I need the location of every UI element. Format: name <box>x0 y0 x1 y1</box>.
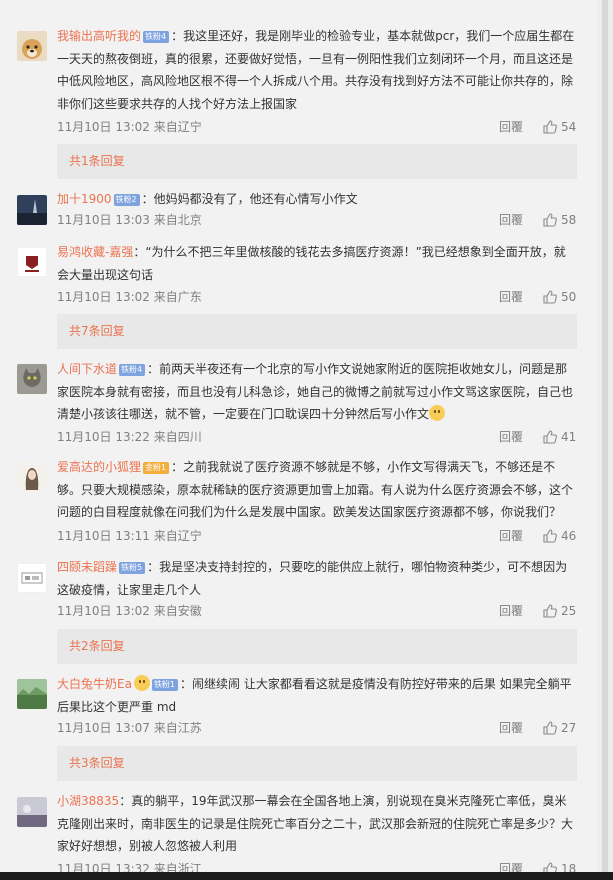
like-count: 58 <box>561 213 577 227</box>
sly-face-emoji-icon <box>429 405 446 421</box>
comment-text: ：他妈妈都没有了，他还有心情写小作文 <box>141 192 358 206</box>
comment-username[interactable]: 人间下水道 <box>57 362 117 376</box>
comment-time: 11月10日 13:02 来自辽宁 <box>57 120 202 134</box>
like-button[interactable]: 58 <box>543 212 601 228</box>
comment-time: 11月10日 13:03 来自北京 <box>57 213 202 227</box>
like-count: 25 <box>561 604 577 618</box>
more-replies-link[interactable]: 共3条回复 <box>57 746 577 781</box>
avatar[interactable] <box>17 462 47 492</box>
like-button[interactable]: 41 <box>543 429 601 445</box>
reply-button[interactable]: 回覆 <box>499 289 523 305</box>
thumbs-up-icon <box>543 290 557 304</box>
fan-badge[interactable]: 铁粉2 <box>113 194 140 206</box>
avatar[interactable] <box>17 31 47 61</box>
like-button[interactable]: 25 <box>543 603 601 619</box>
scrollbar[interactable] <box>597 0 613 880</box>
like-count: 46 <box>561 529 577 543</box>
reply-button[interactable]: 回覆 <box>499 429 523 445</box>
scrollbar-thumb[interactable] <box>602 0 608 880</box>
comment-username[interactable]: 我输出高听我的 <box>57 29 141 43</box>
reply-button[interactable]: 回覆 <box>499 119 523 135</box>
comment-username[interactable]: 小湖38835 <box>57 794 119 808</box>
like-button[interactable]: 46 <box>543 528 601 544</box>
thumbs-up-icon <box>543 604 557 618</box>
avatar[interactable] <box>17 247 47 277</box>
thumbs-up-icon <box>543 213 557 227</box>
reply-button[interactable]: 回覆 <box>499 603 523 619</box>
avatar[interactable] <box>17 679 47 709</box>
comment-username[interactable]: 大白兔牛奶Ea <box>57 677 132 691</box>
comment-time: 11月10日 13:07 来自江苏 <box>57 721 202 735</box>
face-emoji-icon <box>133 675 150 691</box>
comment-text: ：真的躺平，19年武汉那一幕会在全国各地上演，别说现在臭米克隆死亡率低，臭米克隆… <box>57 794 574 853</box>
reply-button[interactable]: 回覆 <box>499 212 523 228</box>
reply-button[interactable]: 回覆 <box>499 528 523 544</box>
thumbs-up-icon <box>543 430 557 444</box>
comment-time: 11月10日 13:22 来自四川 <box>57 430 202 444</box>
fan-badge[interactable]: 金粉1 <box>143 462 170 474</box>
comment-text: ：“为什么不把三年里做核酸的钱花去多搞医疗资源！”我已经想象到全面开放，就会大量… <box>57 245 566 282</box>
comment-username[interactable]: 爱高达的小狐狸 <box>57 460 141 474</box>
like-button[interactable]: 27 <box>543 720 601 736</box>
like-count: 54 <box>561 120 577 134</box>
fan-badge[interactable]: 铁粉5 <box>119 562 146 574</box>
like-button[interactable]: 54 <box>543 119 601 135</box>
fan-badge[interactable]: 铁粉1 <box>151 679 179 691</box>
thumbs-up-icon <box>543 120 557 134</box>
reply-button[interactable]: 回覆 <box>499 720 523 736</box>
thumbs-up-icon <box>543 529 557 543</box>
like-count: 50 <box>561 290 577 304</box>
fan-badge[interactable]: 铁粉4 <box>119 364 146 376</box>
fan-badge[interactable]: 铁粉4 <box>143 31 170 43</box>
comment-time: 11月10日 13:02 来自安徽 <box>57 604 202 618</box>
comment-username[interactable]: 易鸿收藏-嘉强 <box>57 245 133 259</box>
avatar[interactable] <box>17 195 47 225</box>
more-replies-link[interactable]: 共7条回复 <box>57 314 577 349</box>
like-count: 27 <box>561 721 577 735</box>
more-replies-link[interactable]: 共2条回复 <box>57 629 577 664</box>
comment-username[interactable]: 四颐未蹈躁 <box>57 560 117 574</box>
thumbs-up-icon <box>543 721 557 735</box>
comment-username[interactable]: 加十1900 <box>57 192 112 206</box>
comment-feed: 我输出高听我的 铁粉4 ：我这里还好，我是刚毕业的检验专业，基本就做pcr，我们一个… <box>0 0 597 880</box>
avatar[interactable] <box>17 563 47 593</box>
like-count: 41 <box>561 430 577 444</box>
comment-time: 11月10日 13:02 来自广东 <box>57 290 202 304</box>
comment-time: 11月10日 13:11 来自辽宁 <box>57 529 202 543</box>
avatar[interactable] <box>17 364 47 394</box>
like-button[interactable]: 50 <box>543 289 601 305</box>
avatar[interactable] <box>17 797 47 827</box>
more-replies-link[interactable]: 共1条回复 <box>57 144 577 179</box>
window-bottom-edge <box>0 872 613 880</box>
